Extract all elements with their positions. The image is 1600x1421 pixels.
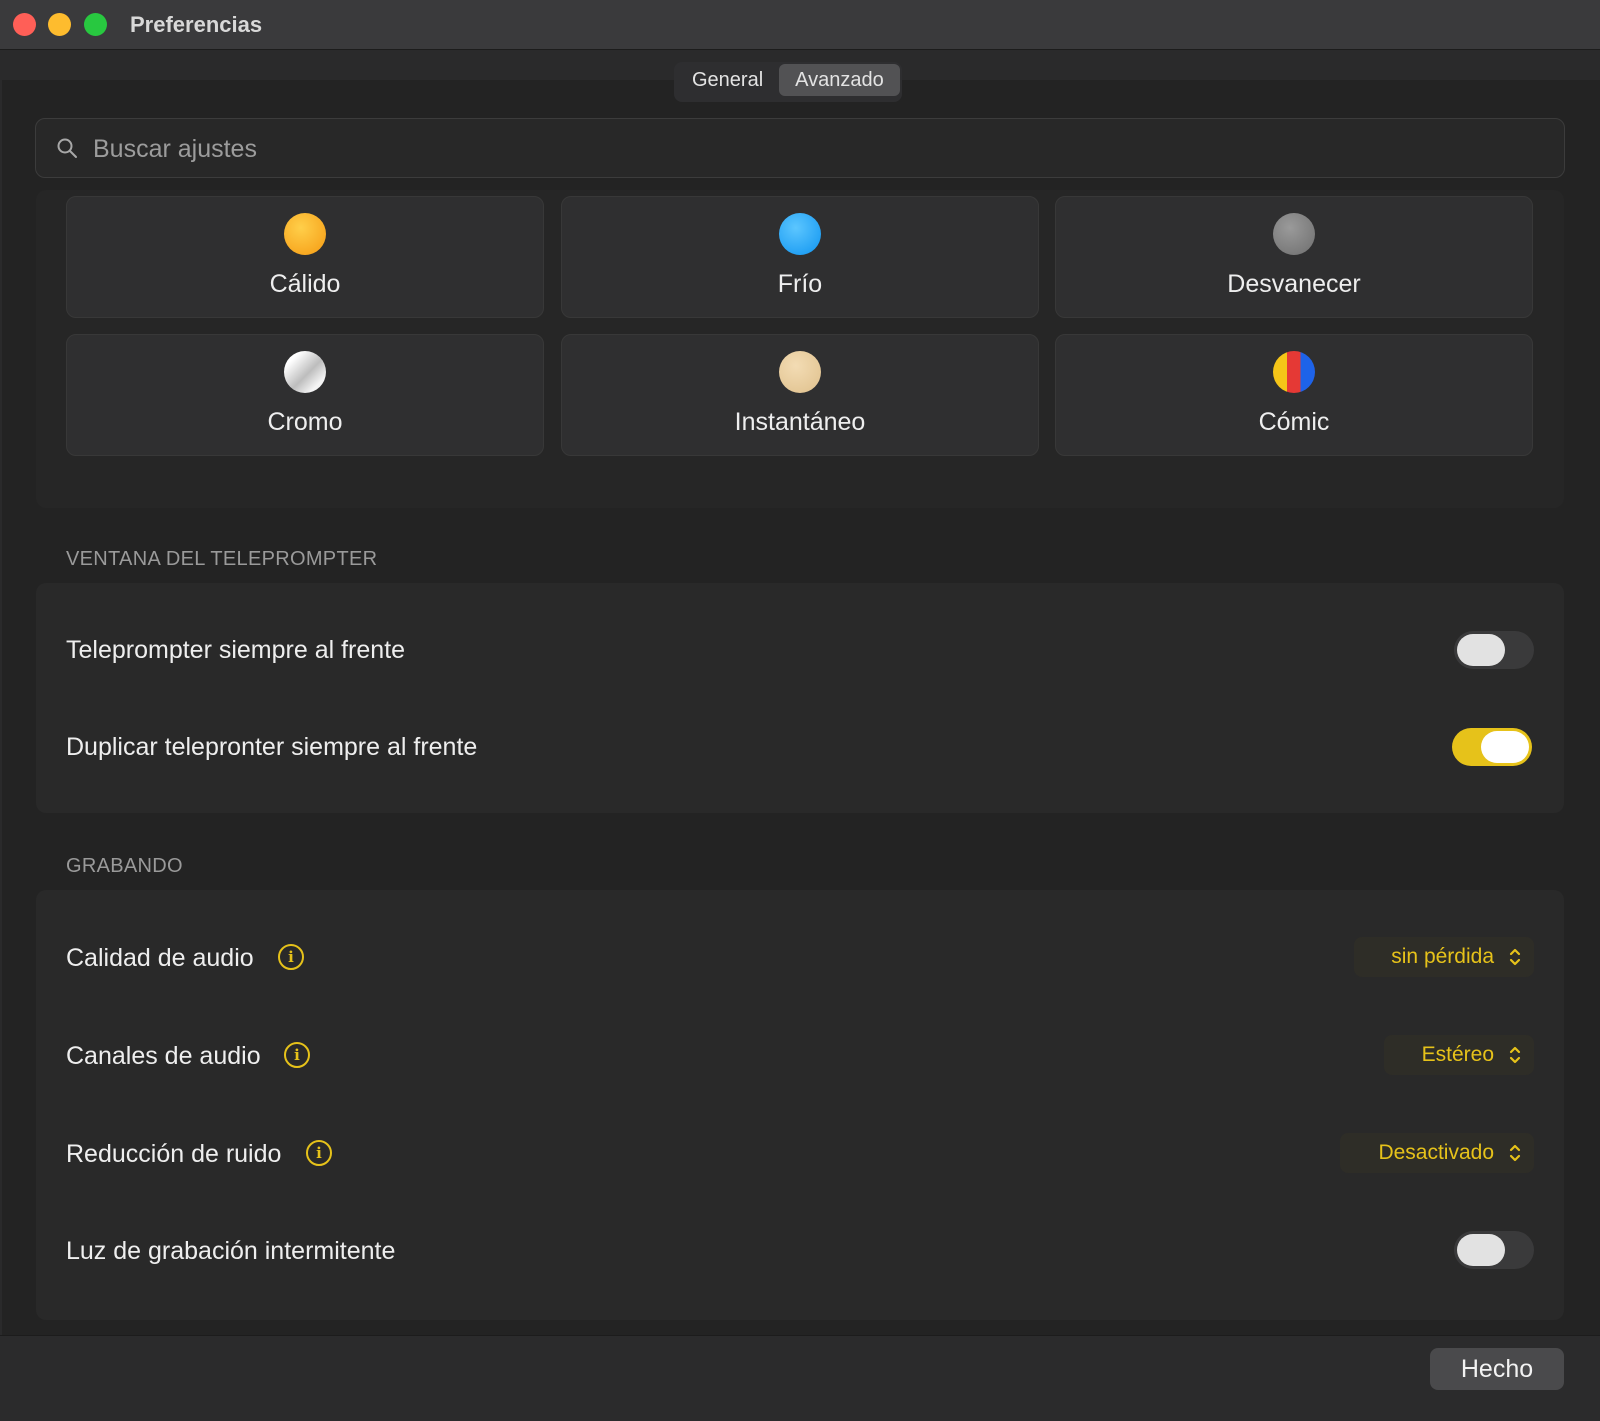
filter-label: Desvanecer xyxy=(1227,270,1361,298)
filter-card-instant[interactable]: Instantáneo xyxy=(561,334,1039,456)
zoom-window-button[interactable] xyxy=(84,13,107,36)
audio-channels-label: Canales de audio xyxy=(66,1042,261,1070)
section-title-teleprompter: VENTANA DEL TELEPROMPTER xyxy=(66,548,378,570)
filter-label: Frío xyxy=(777,270,823,298)
noise-reduction-value: Desactivado xyxy=(1378,1141,1494,1164)
filter-card-comic[interactable]: Cómic xyxy=(1055,334,1533,456)
chevron-updown-icon xyxy=(1509,1144,1521,1162)
noise-reduction-select[interactable]: Desactivado xyxy=(1340,1133,1534,1173)
window-title: Preferencias xyxy=(130,12,263,37)
preferences-window: Preferencias General Avanzado Cálido Frí… xyxy=(0,0,1600,1421)
teleprompter-front-label: Teleprompter siempre al frente xyxy=(66,636,406,664)
filter-label: Cómic xyxy=(1258,408,1330,436)
toggle-knob xyxy=(1481,731,1529,763)
bottom-bar xyxy=(0,1335,1600,1421)
search-field xyxy=(35,118,1565,178)
blink-light-label: Luz de grabación intermitente xyxy=(66,1237,396,1265)
tab-bar: General Avanzado xyxy=(674,62,902,102)
cool-dot-icon xyxy=(779,213,821,255)
title-bar: Preferencias xyxy=(0,0,1600,50)
filter-label: Cromo xyxy=(267,408,343,436)
blink-light-toggle[interactable] xyxy=(1454,1231,1534,1269)
chevron-updown-icon xyxy=(1509,948,1521,966)
filter-card-warm[interactable]: Cálido xyxy=(66,196,544,318)
search-input[interactable] xyxy=(91,127,1495,171)
fade-dot-icon xyxy=(1273,213,1315,255)
toggle-knob xyxy=(1457,1234,1505,1266)
audio-channels-value: Estéreo xyxy=(1421,1043,1494,1066)
tab-general[interactable]: General xyxy=(676,64,779,96)
noise-reduction-label: Reducción de ruido xyxy=(66,1140,282,1168)
teleprompter-group xyxy=(36,583,1564,813)
duplicate-teleprompter-front-toggle[interactable] xyxy=(1452,728,1532,766)
chrome-dot-icon xyxy=(284,351,326,393)
section-title-recording: GRABANDO xyxy=(66,855,183,877)
teleprompter-front-toggle[interactable] xyxy=(1454,631,1534,669)
close-window-button[interactable] xyxy=(13,13,36,36)
instant-dot-icon xyxy=(779,351,821,393)
tab-avanzado[interactable]: Avanzado xyxy=(779,64,900,96)
search-icon xyxy=(57,138,77,158)
warm-dot-icon xyxy=(284,213,326,255)
chevron-updown-icon xyxy=(1509,1046,1521,1064)
done-button[interactable]: Hecho xyxy=(1430,1348,1564,1390)
filter-label: Instantáneo xyxy=(734,408,866,436)
audio-quality-label: Calidad de audio xyxy=(66,944,254,972)
minimize-window-button[interactable] xyxy=(48,13,71,36)
noise-reduction-info-icon[interactable]: i xyxy=(306,1140,332,1166)
filter-card-cool[interactable]: Frío xyxy=(561,196,1039,318)
filter-card-chrome[interactable]: Cromo xyxy=(66,334,544,456)
audio-channels-select[interactable]: Estéreo xyxy=(1384,1035,1534,1075)
filter-card-fade[interactable]: Desvanecer xyxy=(1055,196,1533,318)
audio-quality-info-icon[interactable]: i xyxy=(278,944,304,970)
audio-quality-value: sin pérdida xyxy=(1391,945,1494,968)
audio-quality-select[interactable]: sin pérdida xyxy=(1354,937,1534,977)
toggle-knob xyxy=(1457,634,1505,666)
duplicate-teleprompter-front-label: Duplicar telepronter siempre al frente xyxy=(66,733,478,761)
comic-dot-icon xyxy=(1273,351,1315,393)
audio-channels-info-icon[interactable]: i xyxy=(284,1042,310,1068)
filter-label: Cálido xyxy=(269,270,341,298)
